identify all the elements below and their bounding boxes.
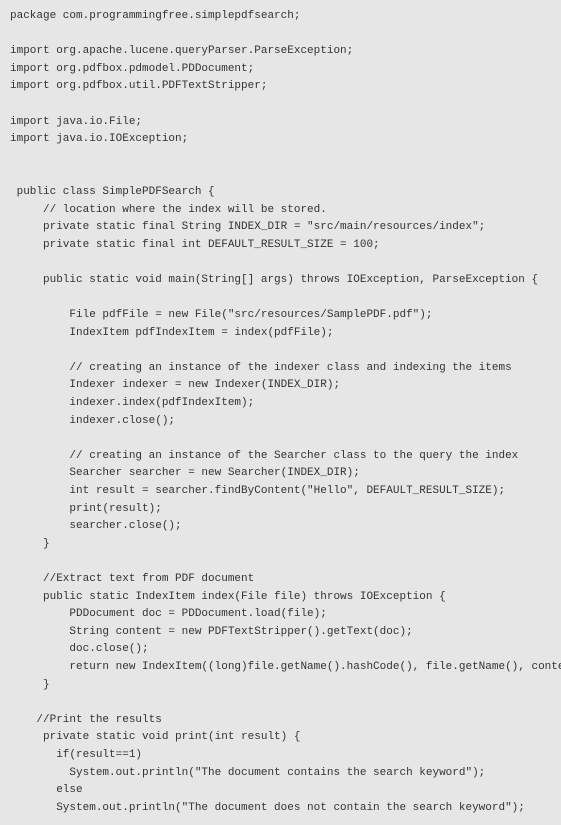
code-line: import java.io.File; (10, 114, 551, 132)
code-line: //Extract text from PDF document (10, 571, 551, 589)
code-line: File pdfFile = new File("src/resources/S… (10, 307, 551, 325)
code-line: import java.io.IOException; (10, 131, 551, 149)
code-line: System.out.println("The document does no… (10, 800, 551, 818)
code-line (10, 254, 551, 272)
code-line: import org.pdfbox.pdmodel.PDDocument; (10, 61, 551, 79)
code-line: public class SimplePDFSearch { (10, 184, 551, 202)
code-line: public static void main(String[] args) t… (10, 272, 551, 290)
code-line (10, 342, 551, 360)
code-line: public static IndexItem index(File file)… (10, 589, 551, 607)
code-block: package com.programmingfree.simplepdfsea… (0, 0, 561, 825)
code-line: private static final int DEFAULT_RESULT_… (10, 237, 551, 255)
code-line: private static void print(int result) { (10, 729, 551, 747)
code-line: Indexer indexer = new Indexer(INDEX_DIR)… (10, 377, 551, 395)
code-line: // location where the index will be stor… (10, 202, 551, 220)
code-line: System.out.println("The document contain… (10, 765, 551, 783)
code-line: IndexItem pdfIndexItem = index(pdfFile); (10, 325, 551, 343)
code-line: doc.close(); (10, 641, 551, 659)
code-line (10, 553, 551, 571)
code-line: print(result); (10, 501, 551, 519)
code-line: import org.apache.lucene.queryParser.Par… (10, 43, 551, 61)
code-line (10, 149, 551, 167)
code-line: else (10, 782, 551, 800)
code-line: // creating an instance of the indexer c… (10, 360, 551, 378)
code-line: //Print the results (10, 712, 551, 730)
code-line: searcher.close(); (10, 518, 551, 536)
code-line: } (10, 536, 551, 554)
code-line: package com.programmingfree.simplepdfsea… (10, 8, 551, 26)
code-line: import org.pdfbox.util.PDFTextStripper; (10, 78, 551, 96)
code-line: if(result==1) (10, 747, 551, 765)
code-line: } (10, 677, 551, 695)
code-line: // creating an instance of the Searcher … (10, 448, 551, 466)
code-line (10, 430, 551, 448)
code-line: PDDocument doc = PDDocument.load(file); (10, 606, 551, 624)
code-line (10, 166, 551, 184)
code-line: Searcher searcher = new Searcher(INDEX_D… (10, 465, 551, 483)
code-line (10, 96, 551, 114)
code-line: indexer.index(pdfIndexItem); (10, 395, 551, 413)
code-line: private static final String INDEX_DIR = … (10, 219, 551, 237)
code-line: indexer.close(); (10, 413, 551, 431)
code-line: String content = new PDFTextStripper().g… (10, 624, 551, 642)
code-line (10, 26, 551, 44)
code-line: return new IndexItem((long)file.getName(… (10, 659, 551, 677)
code-line (10, 694, 551, 712)
code-line (10, 290, 551, 308)
code-line: int result = searcher.findByContent("Hel… (10, 483, 551, 501)
